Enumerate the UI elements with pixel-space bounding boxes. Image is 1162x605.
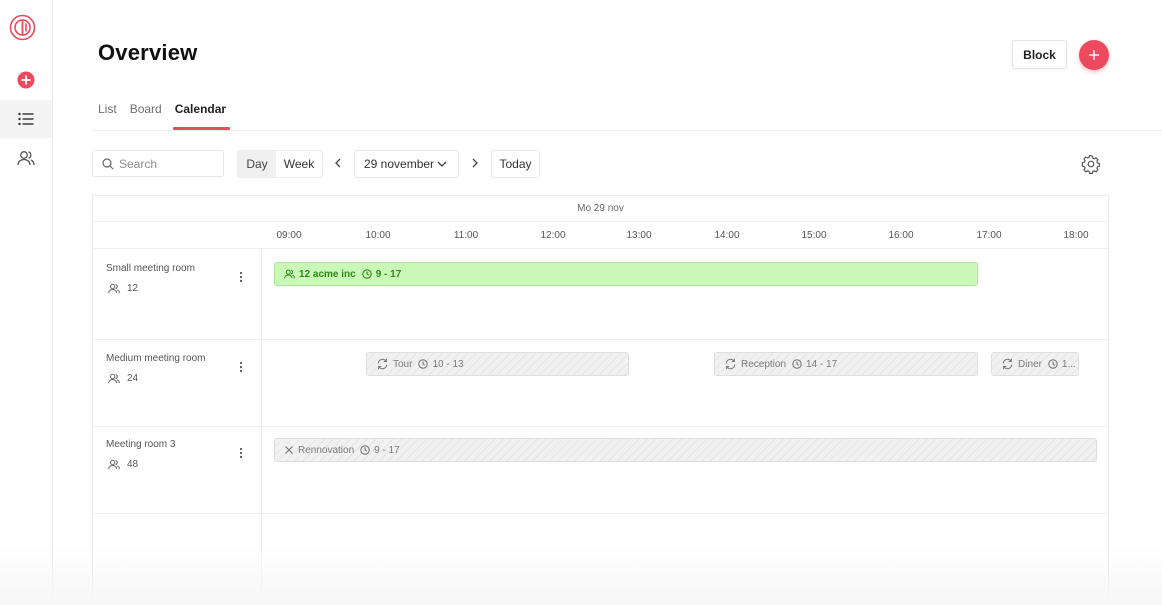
block-event[interactable]: Rennovation 9 - 17 (274, 438, 1097, 462)
event-title: Reception (741, 358, 787, 370)
clock-icon (418, 359, 429, 369)
clock-icon (792, 359, 802, 369)
plus-circle-icon (17, 71, 35, 89)
time-label: 13:00 (626, 230, 652, 241)
time-label: 11:00 (453, 230, 479, 241)
refresh-icon (376, 358, 389, 370)
event-time: 14 - 17 (806, 358, 838, 370)
event-time: 1... (1061, 358, 1076, 370)
users-icon (108, 283, 120, 294)
search-box[interactable] (92, 150, 224, 177)
time-label: 17:00 (976, 230, 1002, 241)
tab-calendar[interactable]: Calendar (172, 100, 231, 131)
block-event[interactable]: Tour 10 - 13 (366, 352, 629, 376)
more-vertical-icon (239, 361, 243, 373)
view-tabs: List Board Calendar (98, 100, 239, 131)
event-title: Tour (393, 358, 413, 370)
search-icon (102, 157, 114, 169)
refresh-icon (1001, 358, 1014, 370)
row-divider (93, 339, 1108, 340)
chevron-right-icon (472, 158, 478, 168)
room-row-header: Small meeting room 12 (106, 263, 195, 294)
users-icon (108, 459, 120, 470)
time-label: 09:00 (276, 230, 302, 241)
time-label: 14:00 (714, 230, 740, 241)
calendar-grid: Mo 29 nov 09:00 10:00 11:00 12:00 13:00 … (92, 195, 1109, 605)
clock-icon (360, 445, 370, 455)
sidebar (0, 0, 53, 605)
chevron-down-icon (437, 161, 447, 167)
time-label: 18:00 (1063, 230, 1089, 241)
event-title: 12 acme inc (299, 268, 356, 280)
time-label: 10:00 (365, 230, 391, 241)
chevron-left-icon (335, 158, 341, 168)
prev-day-button[interactable] (331, 155, 345, 171)
date-header: Mo 29 nov (93, 196, 1108, 222)
room-row-header: Medium meeting room 24 (106, 353, 205, 384)
block-button[interactable]: Block (1012, 40, 1067, 69)
room-menu-button[interactable] (234, 360, 248, 374)
room-name: Small meeting room (106, 263, 195, 274)
room-menu-button[interactable] (234, 270, 248, 284)
today-button[interactable]: Today (491, 150, 540, 178)
day-view-button[interactable]: Day (238, 151, 276, 177)
more-vertical-icon (239, 271, 243, 283)
row-divider (93, 513, 1108, 514)
tab-list[interactable]: List (98, 100, 117, 131)
room-capacity: 24 (106, 373, 205, 384)
week-view-button[interactable]: Week (276, 151, 322, 177)
app: Overview Block List Board Calendar Day W… (0, 0, 1162, 605)
clock-icon (1048, 359, 1058, 369)
logo[interactable] (9, 14, 36, 41)
gear-icon[interactable] (1081, 154, 1101, 174)
event-time: 9 - 17 (374, 444, 400, 456)
block-event[interactable]: Reception 14 - 17 (714, 352, 978, 376)
room-capacity-value: 12 (127, 283, 139, 294)
close-icon (284, 445, 294, 455)
users-icon (17, 151, 35, 166)
time-label: 12:00 (540, 230, 566, 241)
clock-icon (361, 269, 372, 279)
event-time: 10 - 13 (432, 358, 464, 370)
block-event[interactable]: Diner 1... (991, 352, 1079, 376)
plus-icon (1089, 50, 1099, 60)
booking-event[interactable]: 12 acme inc 9 - 17 (274, 262, 978, 286)
row-divider (93, 426, 1108, 427)
next-day-button[interactable] (468, 155, 482, 171)
room-capacity: 12 (106, 283, 195, 294)
date-value: 29 november (364, 157, 435, 171)
event-title: Diner (1018, 358, 1042, 370)
more-vertical-icon (239, 447, 243, 459)
page-title: Overview (98, 40, 198, 65)
room-name: Medium meeting room (106, 353, 206, 364)
users-icon (284, 269, 295, 279)
sidebar-item-list[interactable] (0, 100, 52, 138)
add-button[interactable] (1079, 40, 1109, 70)
room-row-header: Meeting room 3 48 (106, 439, 175, 470)
room-capacity: 48 (106, 459, 175, 470)
time-label: 16:00 (888, 230, 914, 241)
room-name: Meeting room 3 (106, 439, 176, 450)
list-icon (18, 112, 34, 126)
view-toggle: Day Week (237, 150, 323, 178)
users-icon (108, 373, 120, 384)
room-column-divider (261, 249, 262, 605)
time-label: 15:00 (801, 230, 827, 241)
date-picker[interactable]: 29 november (354, 150, 459, 178)
room-capacity-value: 24 (127, 373, 139, 384)
tabs-divider (92, 130, 1162, 131)
event-time: 9 - 17 (375, 268, 402, 280)
sidebar-item-add[interactable] (0, 61, 52, 99)
room-menu-button[interactable] (234, 446, 248, 460)
refresh-icon (724, 358, 737, 370)
room-capacity-value: 48 (127, 459, 139, 470)
sidebar-item-users[interactable] (0, 139, 52, 177)
search-input[interactable] (119, 156, 214, 171)
time-axis: 09:00 10:00 11:00 12:00 13:00 14:00 15:0… (93, 222, 1108, 249)
tab-board[interactable]: Board (130, 100, 162, 131)
event-title: Rennovation (298, 444, 355, 456)
